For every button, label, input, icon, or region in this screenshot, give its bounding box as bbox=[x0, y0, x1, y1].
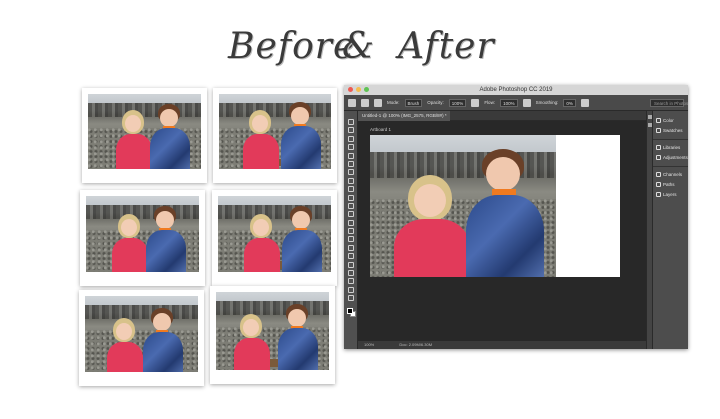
crop-tool-icon[interactable] bbox=[347, 152, 354, 159]
panel-swatches[interactable]: Swatches bbox=[653, 125, 688, 135]
eyedropper-tool-icon[interactable] bbox=[347, 169, 354, 176]
move-tool-icon[interactable] bbox=[347, 119, 354, 125]
zoom-level[interactable]: 100% bbox=[364, 342, 374, 347]
photo-card-2 bbox=[213, 88, 337, 183]
photoshop-window: Adobe Photoshop CC 2019 Mode: Brush Opac… bbox=[344, 85, 688, 349]
shape-tool-icon[interactable] bbox=[347, 270, 354, 277]
doc-size[interactable]: Doc: 2.09M/6.30M bbox=[399, 342, 432, 347]
panel-layers[interactable]: Layers bbox=[653, 189, 688, 199]
marquee-tool-icon[interactable] bbox=[347, 127, 354, 134]
color-swatches[interactable] bbox=[346, 307, 356, 317]
pen-tool-icon[interactable] bbox=[347, 244, 354, 251]
foreground-color-swatch[interactable] bbox=[346, 307, 353, 314]
photo-card-1 bbox=[82, 88, 207, 183]
lasso-tool-icon[interactable] bbox=[347, 135, 354, 142]
photo-kids bbox=[218, 196, 331, 272]
photo-card-6 bbox=[210, 286, 335, 384]
window-title: Adobe Photoshop CC 2019 bbox=[479, 87, 553, 93]
options-bar: Mode: Brush Opacity: 100% Flow: 100% Smo… bbox=[344, 95, 688, 111]
adjustments-icon bbox=[656, 154, 661, 160]
pressure-opacity-icon[interactable] bbox=[471, 98, 480, 107]
panel-libraries[interactable]: Libraries bbox=[653, 142, 688, 152]
photo-kids bbox=[216, 292, 329, 370]
panel-channels[interactable]: Channels bbox=[653, 169, 688, 179]
search-input[interactable]: Search in Photos bbox=[650, 98, 688, 107]
dodge-tool-icon[interactable] bbox=[347, 236, 354, 243]
eraser-tool-icon[interactable] bbox=[347, 211, 354, 218]
photo-card-5 bbox=[79, 290, 204, 386]
libraries-icon bbox=[656, 144, 661, 150]
artboard-label[interactable]: Artboard 1 bbox=[370, 127, 391, 132]
frame-tool-icon[interactable] bbox=[347, 160, 354, 167]
layers-icon bbox=[656, 191, 661, 197]
history-icon[interactable] bbox=[647, 115, 652, 119]
brush-tool-icon[interactable] bbox=[361, 98, 369, 107]
quick-select-tool-icon[interactable] bbox=[347, 144, 354, 151]
panel-paths[interactable]: Paths bbox=[653, 179, 688, 189]
gear-icon[interactable] bbox=[580, 98, 589, 107]
photo-kids bbox=[88, 94, 201, 169]
gradient-tool-icon[interactable] bbox=[347, 219, 354, 226]
zoom-tool-icon[interactable] bbox=[347, 286, 354, 293]
window-titlebar: Adobe Photoshop CC 2019 bbox=[344, 85, 688, 95]
zoom-window-button[interactable] bbox=[364, 87, 369, 92]
photo-card-4 bbox=[212, 190, 337, 286]
opacity-label: Opacity: bbox=[427, 100, 444, 105]
photo-kids bbox=[86, 196, 199, 272]
canvas-photo bbox=[370, 135, 556, 277]
flow-label: Flow: bbox=[484, 100, 496, 105]
photo-card-3 bbox=[80, 190, 205, 286]
paths-icon bbox=[656, 181, 661, 187]
canvas-area[interactable]: Artboard 1 bbox=[358, 121, 646, 341]
page-heading: Before & After bbox=[0, 22, 720, 82]
healing-tool-icon[interactable] bbox=[347, 177, 354, 184]
mode-select[interactable]: Brush bbox=[404, 98, 423, 107]
opacity-field[interactable]: 100% bbox=[448, 98, 467, 107]
path-select-tool-icon[interactable] bbox=[347, 261, 354, 268]
properties-icon[interactable] bbox=[647, 123, 652, 127]
more-tools-icon[interactable] bbox=[347, 295, 354, 302]
panel-adjustments[interactable]: Adjustments bbox=[653, 152, 688, 162]
smoothing-field[interactable]: 0% bbox=[563, 98, 576, 107]
heading-ampersand: & bbox=[342, 26, 376, 67]
stamp-tool-icon[interactable] bbox=[347, 194, 354, 201]
home-icon[interactable] bbox=[348, 98, 356, 107]
history-brush-tool-icon[interactable] bbox=[347, 202, 354, 209]
minimize-window-button[interactable] bbox=[356, 87, 361, 92]
flow-field[interactable]: 100% bbox=[500, 98, 518, 107]
document-tab[interactable]: Untitled-1 @ 100% (IMG_2575, RGB/8#) * bbox=[358, 111, 450, 121]
photo-kids bbox=[85, 296, 198, 372]
swatches-icon bbox=[656, 127, 661, 133]
color-icon bbox=[656, 117, 661, 123]
hand-tool-icon[interactable] bbox=[347, 278, 354, 285]
artboard[interactable] bbox=[370, 135, 620, 277]
close-window-button[interactable] bbox=[348, 87, 353, 92]
tools-panel bbox=[344, 111, 358, 349]
status-bar: 100% Doc: 2.09M/6.30M bbox=[358, 341, 646, 349]
photo-kids bbox=[219, 94, 331, 169]
panel-color[interactable]: Color bbox=[653, 115, 688, 125]
airbrush-icon[interactable] bbox=[522, 98, 531, 107]
type-tool-icon[interactable] bbox=[347, 253, 354, 260]
document-tabs: Untitled-1 @ 100% (IMG_2575, RGB/8#) * bbox=[358, 111, 646, 121]
channels-icon bbox=[656, 171, 661, 177]
heading-after: After bbox=[398, 26, 495, 67]
blur-tool-icon[interactable] bbox=[347, 228, 354, 235]
heading-before: Before bbox=[228, 26, 356, 67]
smoothing-label: Smoothing: bbox=[535, 100, 559, 105]
mode-label: Mode: bbox=[387, 100, 400, 105]
brush-tool-icon[interactable] bbox=[347, 186, 354, 193]
brush-preset-icon[interactable] bbox=[374, 98, 382, 107]
panels-dock: Color Swatches Libraries Adjustments Cha… bbox=[652, 111, 688, 349]
